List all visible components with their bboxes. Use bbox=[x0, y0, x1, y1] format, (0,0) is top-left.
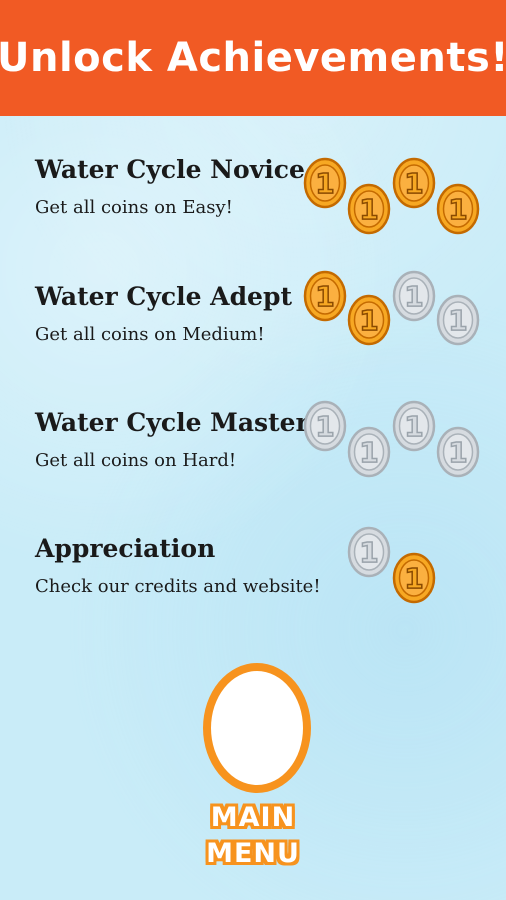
coin-icon: 1 bbox=[392, 157, 436, 209]
svg-text:1: 1 bbox=[359, 436, 378, 469]
coin-icon: 1 bbox=[436, 183, 480, 235]
svg-text:1: 1 bbox=[448, 436, 467, 469]
coin-icon: 1 bbox=[347, 294, 391, 346]
achievement-description: Get all coins on Easy! bbox=[35, 197, 233, 218]
svg-text:1: 1 bbox=[359, 193, 378, 226]
achievement-title: Water Cycle Master bbox=[35, 408, 309, 437]
menu-egg-icon bbox=[203, 663, 311, 793]
svg-text:1: 1 bbox=[448, 304, 467, 337]
svg-text:1: 1 bbox=[448, 193, 467, 226]
main-menu-label-line2: MENU bbox=[206, 838, 300, 869]
coin-icon: 1 bbox=[392, 552, 436, 604]
coin-icon: 1 bbox=[347, 526, 391, 578]
main-menu-label-line1: MAIN bbox=[210, 802, 296, 833]
header-bar: Unlock Achievements! bbox=[0, 0, 506, 116]
achievement-title: Water Cycle Adept bbox=[35, 282, 292, 311]
achievement-master: Water Cycle Master Get all coins on Hard… bbox=[0, 400, 506, 518]
coin-icon: 1 bbox=[436, 294, 480, 346]
achievement-description: Get all coins on Hard! bbox=[35, 450, 237, 471]
achievement-appreciation: Appreciation Check our credits and websi… bbox=[0, 526, 506, 644]
coin-icon: 1 bbox=[347, 426, 391, 478]
svg-text:1: 1 bbox=[404, 410, 423, 443]
coin-icon: 1 bbox=[303, 157, 347, 209]
svg-text:1: 1 bbox=[404, 167, 423, 200]
svg-text:1: 1 bbox=[359, 536, 378, 569]
achievement-title: Appreciation bbox=[35, 534, 216, 563]
achievement-adept: Water Cycle Adept Get all coins on Mediu… bbox=[0, 270, 506, 392]
svg-text:1: 1 bbox=[315, 410, 334, 443]
page-title: Unlock Achievements! bbox=[0, 35, 506, 81]
achievement-title: Water Cycle Novice bbox=[35, 155, 305, 184]
achievement-novice: Water Cycle Novice Get all coins on Easy… bbox=[0, 155, 506, 265]
svg-text:1: 1 bbox=[404, 280, 423, 313]
svg-text:1: 1 bbox=[315, 280, 334, 313]
achievement-description: Get all coins on Medium! bbox=[35, 324, 265, 345]
svg-text:1: 1 bbox=[359, 304, 378, 337]
main-menu-button[interactable]: MAIN MENU bbox=[198, 660, 311, 880]
coin-icon: 1 bbox=[392, 270, 436, 322]
coin-icon: 1 bbox=[303, 270, 347, 322]
coin-icon: 1 bbox=[303, 400, 347, 452]
achievement-description: Check our credits and website! bbox=[35, 576, 321, 597]
coin-icon: 1 bbox=[347, 183, 391, 235]
coin-icon: 1 bbox=[436, 426, 480, 478]
svg-text:1: 1 bbox=[315, 167, 334, 200]
svg-text:1: 1 bbox=[404, 562, 423, 595]
coin-icon: 1 bbox=[392, 400, 436, 452]
